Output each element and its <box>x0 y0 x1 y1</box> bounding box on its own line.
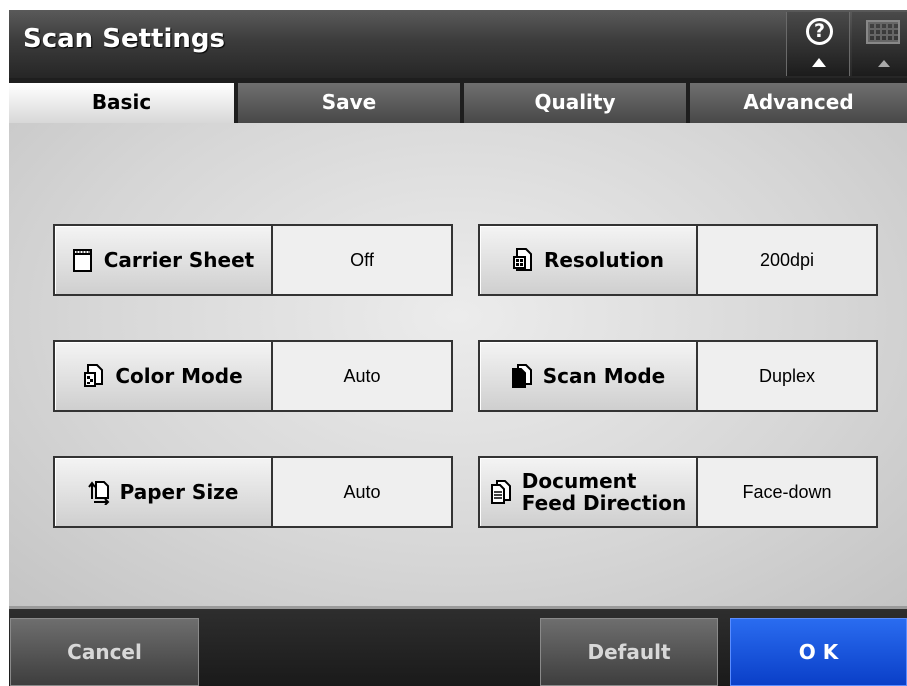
tab-bar: Basic Save Quality Advanced <box>9 83 907 123</box>
tab-basic[interactable]: Basic <box>9 83 236 123</box>
paper-size-label: Paper Size <box>119 480 239 504</box>
color-mode-icon <box>83 363 105 389</box>
help-arrow-icon <box>812 58 826 67</box>
keyboard-button[interactable] <box>852 12 907 76</box>
resolution-icon <box>512 247 534 273</box>
carrier-sheet-label: Carrier Sheet <box>103 248 255 272</box>
resolution-button[interactable]: Resolution <box>478 224 698 296</box>
document-feed-direction-label: Document Feed Direction <box>522 470 686 514</box>
scan-settings-window: Scan Settings ? Basic Save Quality Advan… <box>9 10 907 686</box>
paper-size-setting: Paper Size Auto <box>53 456 453 528</box>
settings-panel: Carrier Sheet Off Color Mode Auto Paper … <box>9 123 907 609</box>
scan-mode-icon <box>511 363 533 389</box>
carrier-sheet-value: Off <box>273 224 453 296</box>
tab-save[interactable]: Save <box>238 83 462 123</box>
paper-size-icon <box>87 479 110 505</box>
document-feed-direction-label-line2: Feed Direction <box>521 491 687 515</box>
document-feed-icon <box>490 479 512 505</box>
help-button[interactable]: ? <box>786 12 850 76</box>
title-bar: Scan Settings ? <box>9 10 907 78</box>
color-mode-value: Auto <box>273 340 453 412</box>
paper-size-value: Auto <box>273 456 453 528</box>
tab-quality[interactable]: Quality <box>464 83 688 123</box>
scan-mode-button[interactable]: Scan Mode <box>478 340 698 412</box>
carrier-sheet-icon <box>72 247 94 273</box>
carrier-sheet-setting: Carrier Sheet Off <box>53 224 453 296</box>
scan-mode-label: Scan Mode <box>542 364 666 388</box>
resolution-value: 200dpi <box>698 224 878 296</box>
color-mode-setting: Color Mode Auto <box>53 340 453 412</box>
resolution-setting: Resolution 200dpi <box>478 224 878 296</box>
footer-bar: Cancel Default O K <box>9 609 907 686</box>
cancel-button[interactable]: Cancel <box>10 618 199 686</box>
keyboard-icon <box>866 20 900 44</box>
keyboard-arrow-icon <box>878 60 890 67</box>
color-mode-button[interactable]: Color Mode <box>53 340 273 412</box>
document-feed-direction-setting: Document Feed Direction Face-down <box>478 456 878 528</box>
window-title: Scan Settings <box>23 24 225 54</box>
help-icon: ? <box>806 18 833 45</box>
color-mode-label: Color Mode <box>115 364 243 388</box>
scan-mode-setting: Scan Mode Duplex <box>478 340 878 412</box>
document-feed-direction-button[interactable]: Document Feed Direction <box>478 456 698 528</box>
paper-size-button[interactable]: Paper Size <box>53 456 273 528</box>
resolution-label: Resolution <box>543 248 665 272</box>
ok-button[interactable]: O K <box>730 618 907 686</box>
carrier-sheet-button[interactable]: Carrier Sheet <box>53 224 273 296</box>
document-feed-direction-label-line1: Document <box>521 469 637 493</box>
document-feed-direction-value: Face-down <box>698 456 878 528</box>
scan-mode-value: Duplex <box>698 340 878 412</box>
default-button[interactable]: Default <box>540 618 718 686</box>
tab-advanced[interactable]: Advanced <box>690 83 907 123</box>
